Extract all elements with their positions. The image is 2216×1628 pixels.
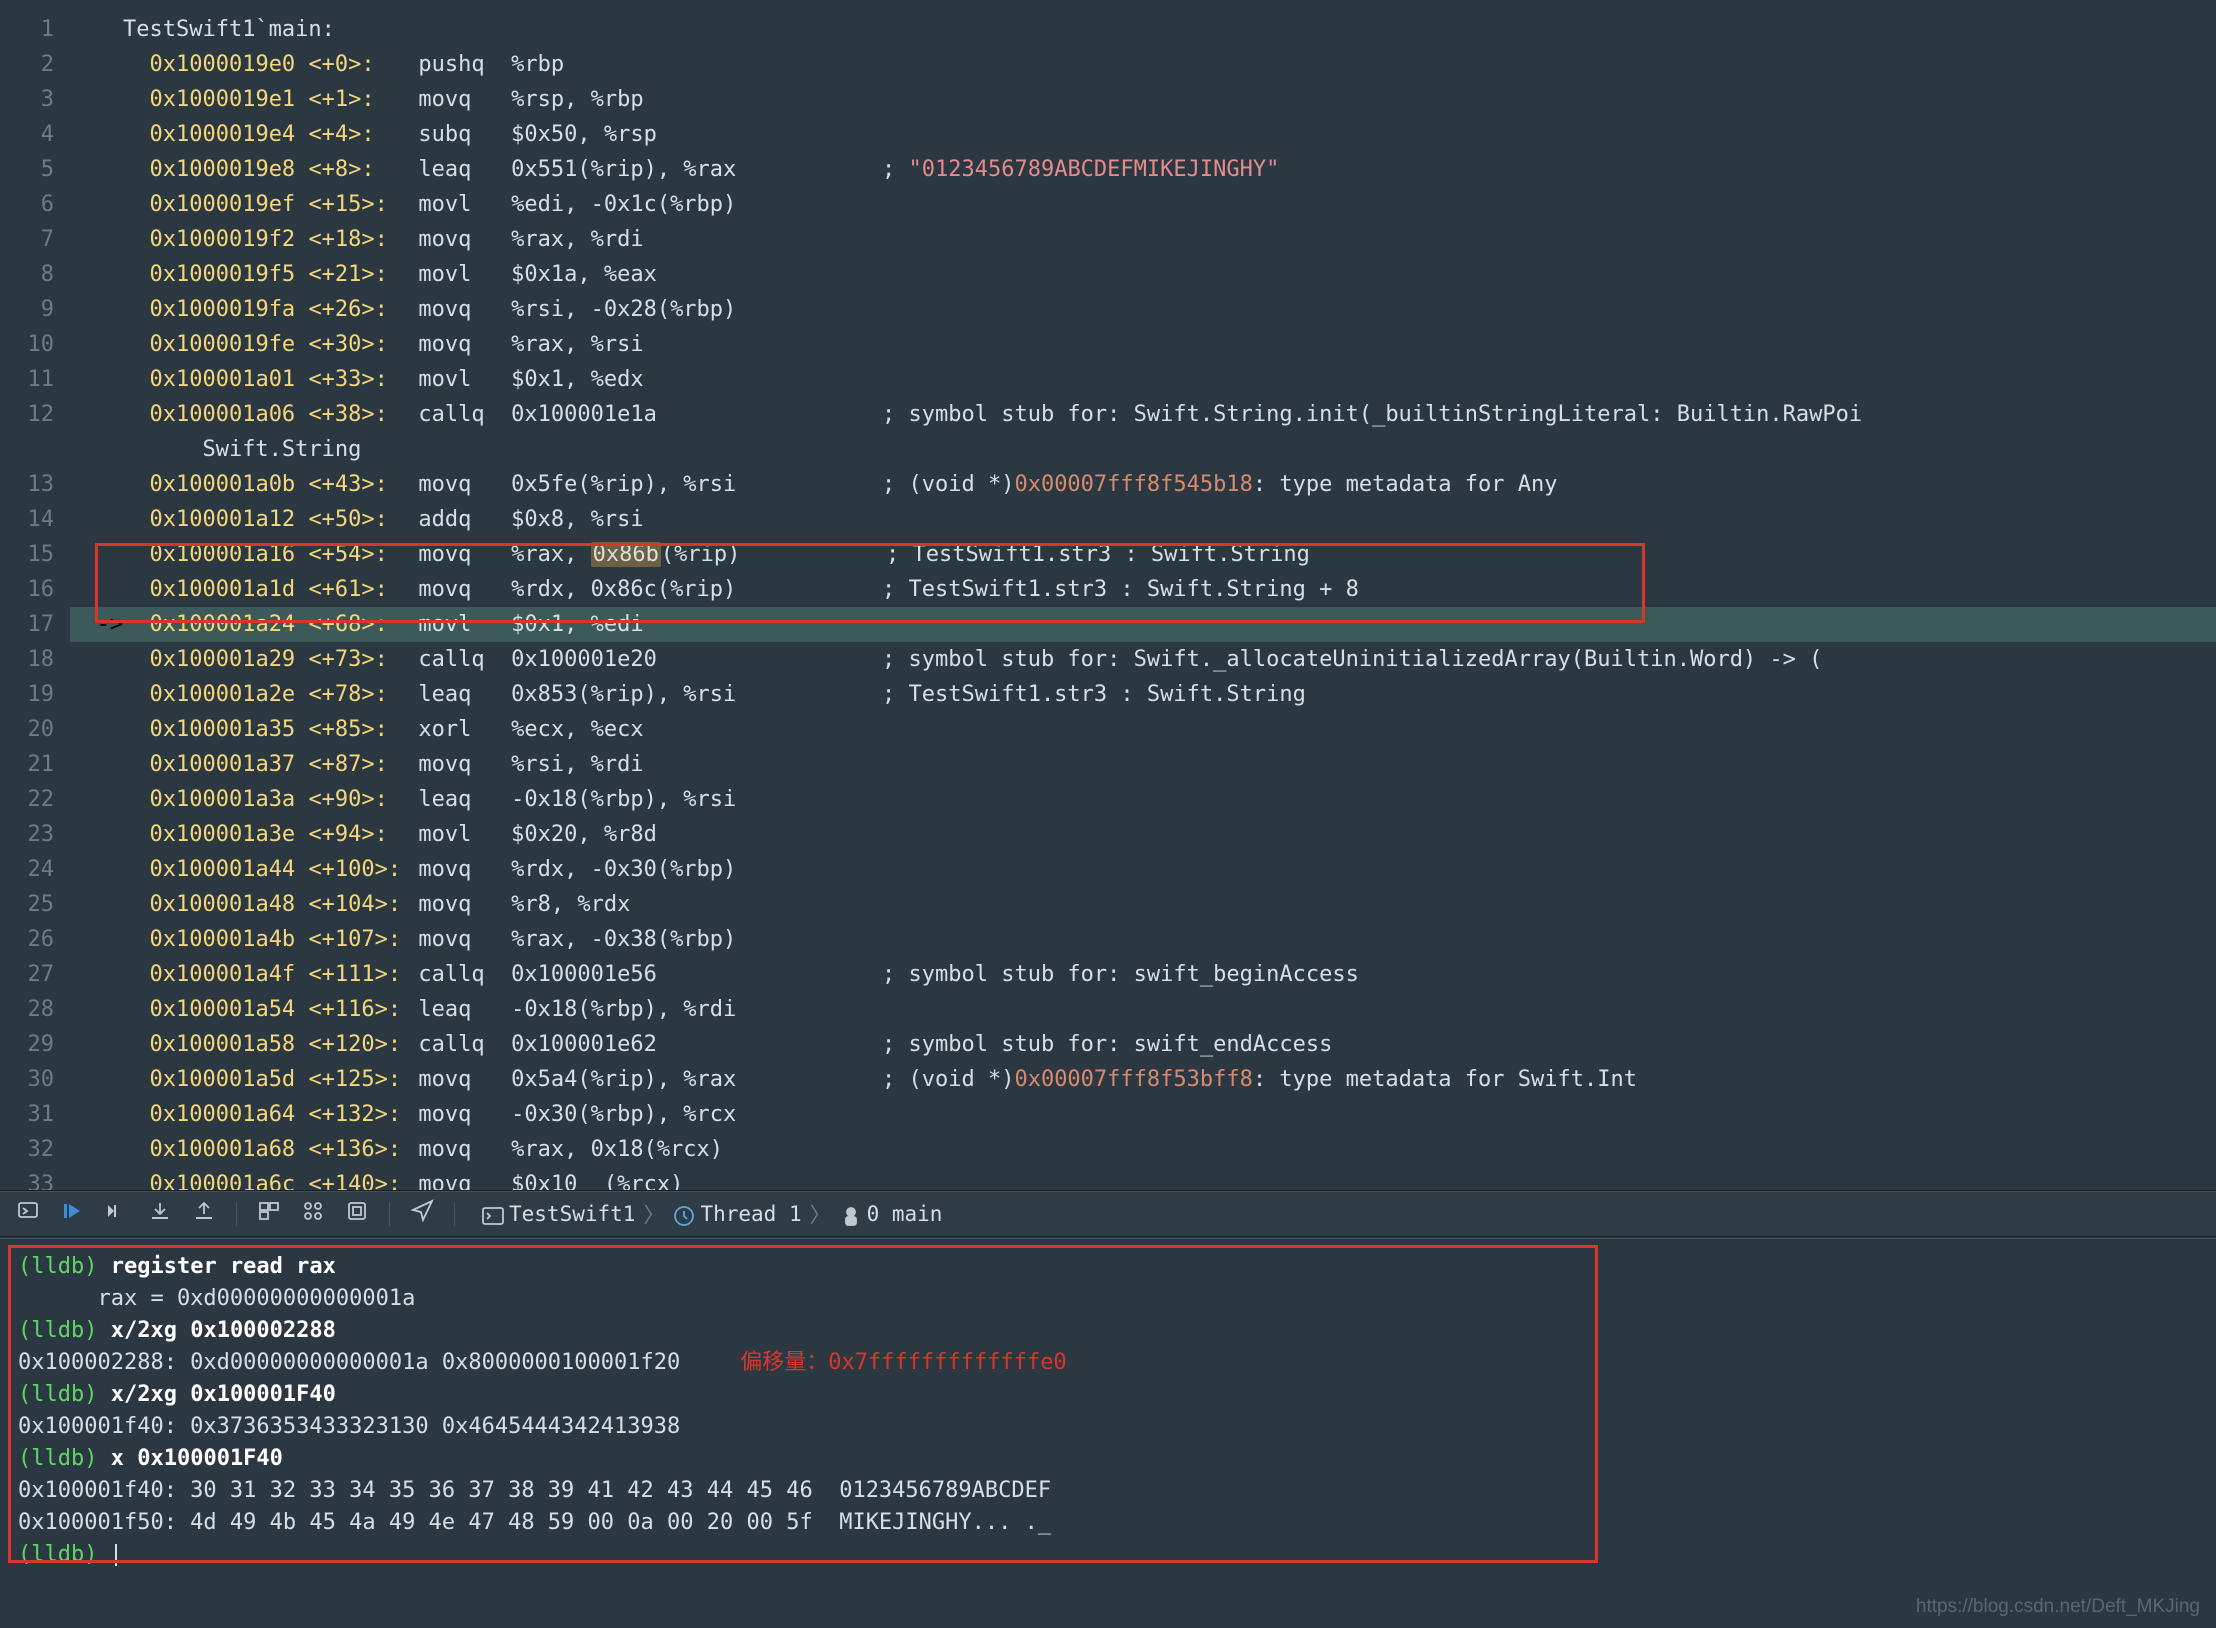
- thread-icon: [672, 1204, 692, 1224]
- line-gutter: 1234567891011121314151617181920212223242…: [0, 0, 70, 1190]
- step-into-icon[interactable]: [148, 1199, 172, 1229]
- console-line: (lldb) x/2xg 0x100002288: [18, 1315, 2198, 1347]
- asm-line[interactable]: 0x100001a68 <+136>: movq %rax, 0x18(%rcx…: [70, 1132, 2216, 1167]
- console-line: 0x100002288: 0xd00000000000001a 0x800000…: [18, 1347, 2198, 1379]
- console-line: (lldb): [18, 1539, 2198, 1571]
- asm-line[interactable]: 0x1000019e0 <+0>: pushq %rbp: [70, 47, 2216, 82]
- asm-line[interactable]: 0x1000019ef <+15>: movl %edi, -0x1c(%rbp…: [70, 187, 2216, 222]
- console-toggle-icon[interactable]: [16, 1199, 40, 1229]
- code-body[interactable]: TestSwift1`main: 0x1000019e0 <+0>: pushq…: [70, 0, 2216, 1190]
- asm-line[interactable]: 0x100001a58 <+120>: callq 0x100001e62 ; …: [70, 1027, 2216, 1062]
- asm-line[interactable]: 0x100001a12 <+50>: addq $0x8, %rsi: [70, 502, 2216, 537]
- asm-line[interactable]: 0x100001a01 <+33>: movl $0x1, %edx: [70, 362, 2216, 397]
- frame-icon: [839, 1204, 859, 1224]
- asm-line[interactable]: 0x100001a1d <+61>: movq %rdx, 0x86c(%rip…: [70, 572, 2216, 607]
- asm-line[interactable]: 0x100001a16 <+54>: movq %rax, 0x86b(%rip…: [70, 537, 2216, 572]
- asm-line[interactable]: 0x100001a35 <+85>: xorl %ecx, %ecx: [70, 712, 2216, 747]
- console-line: rax = 0xd00000000000001a: [18, 1283, 2198, 1315]
- chevron-right-icon: 〉: [643, 1199, 664, 1229]
- asm-line[interactable]: 0x100001a54 <+116>: leaq -0x18(%rbp), %r…: [70, 992, 2216, 1027]
- asm-line[interactable]: 0x100001a2e <+78>: leaq 0x853(%rip), %rs…: [70, 677, 2216, 712]
- lldb-console[interactable]: (lldb) register read rax rax = 0xd000000…: [0, 1238, 2216, 1628]
- console-line: (lldb) register read rax: [18, 1251, 2198, 1283]
- asm-line[interactable]: 0x1000019f2 <+18>: movq %rax, %rdi: [70, 222, 2216, 257]
- debug-toolbar: TestSwift1 〉 Thread 1 〉 0 main: [0, 1191, 2216, 1237]
- asm-line[interactable]: 0x100001a3a <+90>: leaq -0x18(%rbp), %rs…: [70, 782, 2216, 817]
- bc-frame[interactable]: 0 main: [867, 1202, 943, 1226]
- asm-line[interactable]: 0x100001a0b <+43>: movq 0x5fe(%rip), %rs…: [70, 467, 2216, 502]
- step-out-icon[interactable]: [192, 1199, 216, 1229]
- continue-icon[interactable]: [60, 1199, 84, 1229]
- asm-line[interactable]: Swift.String: [70, 432, 2216, 467]
- console-line: 0x100001f40: 30 31 32 33 34 35 36 37 38 …: [18, 1475, 2198, 1507]
- bc-thread[interactable]: Thread 1: [700, 1202, 801, 1226]
- asm-line[interactable]: 0x100001a37 <+87>: movq %rsi, %rdi: [70, 747, 2216, 782]
- debug-process-icon[interactable]: [345, 1199, 369, 1229]
- watermark: https://blog.csdn.net/Deft_MKJing: [1916, 1596, 2200, 1618]
- disassembly-pane: 1234567891011121314151617181920212223242…: [0, 0, 2216, 1190]
- asm-line[interactable]: 0x100001a06 <+38>: callq 0x100001e1a ; s…: [70, 397, 2216, 432]
- asm-line[interactable]: 0x1000019e8 <+8>: leaq 0x551(%rip), %rax…: [70, 152, 2216, 187]
- debug-memory-icon[interactable]: [301, 1199, 325, 1229]
- console-line: (lldb) x 0x100001F40: [18, 1443, 2198, 1475]
- asm-line[interactable]: 0x100001a48 <+104>: movq %r8, %rdx: [70, 887, 2216, 922]
- asm-line[interactable]: -> 0x100001a24 <+68>: movl $0x1, %edi: [70, 607, 2216, 642]
- asm-line[interactable]: 0x1000019fa <+26>: movq %rsi, -0x28(%rbp…: [70, 292, 2216, 327]
- asm-line[interactable]: 0x1000019f5 <+21>: movl $0x1a, %eax: [70, 257, 2216, 292]
- chevron-right-icon: 〉: [810, 1199, 831, 1229]
- asm-line[interactable]: 0x1000019fe <+30>: movq %rax, %rsi: [70, 327, 2216, 362]
- asm-line[interactable]: 0x1000019e1 <+1>: movq %rsp, %rbp: [70, 82, 2216, 117]
- asm-line[interactable]: 0x1000019e4 <+4>: subq $0x50, %rsp: [70, 117, 2216, 152]
- asm-line[interactable]: 0x100001a29 <+73>: callq 0x100001e20 ; s…: [70, 642, 2216, 677]
- debug-view-icon[interactable]: [257, 1199, 281, 1229]
- asm-line[interactable]: TestSwift1`main:: [70, 12, 2216, 47]
- asm-line[interactable]: 0x100001a4f <+111>: callq 0x100001e56 ; …: [70, 957, 2216, 992]
- step-over-icon[interactable]: [104, 1199, 128, 1229]
- console-line: 0x100001f50: 4d 49 4b 45 4a 49 4e 47 48 …: [18, 1507, 2198, 1539]
- asm-line[interactable]: 0x100001a64 <+132>: movq -0x30(%rbp), %r…: [70, 1097, 2216, 1132]
- asm-line[interactable]: 0x100001a4b <+107>: movq %rax, -0x38(%rb…: [70, 922, 2216, 957]
- asm-line[interactable]: 0x100001a5d <+125>: movq 0x5a4(%rip), %r…: [70, 1062, 2216, 1097]
- terminal-icon: [481, 1204, 501, 1224]
- location-icon[interactable]: [410, 1199, 434, 1229]
- console-line: 0x100001f40: 0x3736353433323130 0x464544…: [18, 1411, 2198, 1443]
- asm-line[interactable]: 0x100001a3e <+94>: movl $0x20, %r8d: [70, 817, 2216, 852]
- breadcrumb[interactable]: TestSwift1 〉 Thread 1 〉 0 main: [481, 1199, 942, 1229]
- console-line: (lldb) x/2xg 0x100001F40: [18, 1379, 2198, 1411]
- asm-line[interactable]: 0x100001a44 <+100>: movq %rdx, -0x30(%rb…: [70, 852, 2216, 887]
- bc-project[interactable]: TestSwift1: [509, 1202, 635, 1226]
